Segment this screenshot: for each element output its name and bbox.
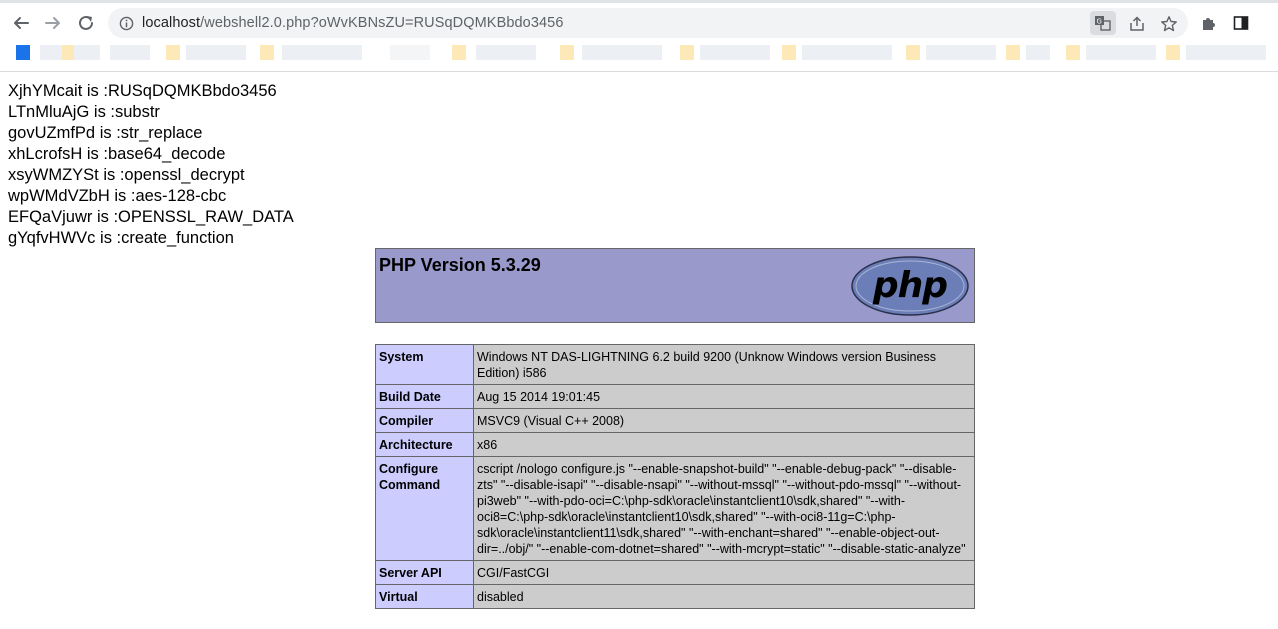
bookmarks-bar (0, 40, 1278, 72)
variable-list: XjhYMcait is :RUSqDQMKBbdo3456 LTnMluAjG … (8, 81, 294, 249)
forward-arrow-icon[interactable] (39, 9, 67, 37)
variable-value: openssl_decrypt (124, 166, 245, 184)
variable-separator: is : (82, 145, 108, 163)
address-bar[interactable]: localhost/webshell2.0.php?oWvKBNsZU=RUSq… (108, 8, 1188, 38)
variable-separator: is : (82, 82, 108, 100)
reload-icon[interactable] (72, 9, 100, 37)
url-path: /webshell2.0.php?oWvKBNsZU=RUSqDQMKBbdo3… (200, 15, 564, 31)
bookmark-favicon-icon[interactable] (16, 45, 30, 60)
variable-line: XjhYMcait is :RUSqDQMKBbdo3456 (8, 81, 294, 102)
bookmark-item[interactable] (926, 45, 996, 60)
phpinfo-row: Build Date Aug 15 2014 19:01:45 (375, 384, 975, 409)
back-arrow-icon[interactable] (7, 9, 35, 37)
phpinfo-row: Virtual disabled (375, 584, 975, 609)
phpinfo-row: Architecture x86 (375, 432, 975, 457)
phpinfo-header: PHP Version 5.3.29 php (375, 248, 975, 323)
variable-line: xhLcrofsH is :base64_decode (8, 144, 294, 165)
variable-line: wpWMdVZbH is :aes-128-cbc (8, 186, 294, 207)
phpinfo-row: Server API CGI/FastCGI (375, 560, 975, 585)
variable-name: gYqfvHWVc (8, 229, 96, 247)
bookmark-item[interactable] (700, 45, 770, 60)
bookmark-item[interactable] (802, 45, 892, 60)
phpinfo-key: Server API (375, 560, 474, 585)
bookmark-item[interactable] (110, 45, 150, 60)
url-host: localhost (142, 15, 201, 31)
phpinfo-row: Configure Command cscript /nologo configu… (375, 456, 975, 561)
php-logo-text: php (872, 265, 947, 306)
bookmark-item[interactable] (186, 45, 246, 60)
translate-icon[interactable]: G (1090, 11, 1116, 35)
bookmark-favicon-icon (1006, 45, 1020, 60)
variable-value: RUSqDQMKBbdo3456 (107, 82, 277, 100)
variable-value: substr (114, 103, 160, 121)
phpinfo-value: Windows NT DAS-LIGHTNING 6.2 build 9200 … (473, 344, 975, 385)
phpinfo-table: System Windows NT DAS-LIGHTNING 6.2 build… (375, 344, 975, 609)
variable-name: XjhYMcait (8, 82, 83, 100)
variable-value: create_function (121, 229, 234, 247)
phpinfo-row: System Windows NT DAS-LIGHTNING 6.2 build… (375, 344, 975, 385)
variable-line: xsyWMZYSt is :openssl_decrypt (8, 165, 294, 186)
phpinfo-value: x86 (473, 432, 975, 457)
variable-separator: is : (89, 103, 115, 121)
bookmark-favicon-icon (1066, 45, 1080, 60)
variable-name: EFQaVjuwr (8, 208, 93, 226)
bookmark-item[interactable] (1026, 45, 1050, 60)
bookmark-item[interactable] (476, 45, 536, 60)
variable-separator: is : (95, 124, 121, 142)
bookmark-favicon-icon (906, 45, 920, 60)
bookmark-favicon-icon (782, 45, 796, 60)
variable-value: base64_decode (107, 145, 226, 163)
bookmark-item[interactable] (1186, 45, 1266, 60)
bookmark-star-icon[interactable] (1158, 13, 1180, 35)
bookmark-favicon-icon (166, 45, 180, 60)
extensions-puzzle-icon[interactable] (1197, 11, 1221, 35)
bookmark-item[interactable] (582, 45, 662, 60)
bookmark-item[interactable] (390, 45, 430, 60)
variable-separator: is : (98, 166, 125, 184)
variable-name: xsyWMZYSt (8, 166, 99, 184)
bookmark-favicon-icon (260, 45, 274, 60)
php-version-title: PHP Version 5.3.29 (379, 255, 541, 275)
bookmark-item[interactable] (1086, 45, 1156, 60)
phpinfo-key: Build Date (375, 384, 474, 409)
variable-name: wpWMdVZbH (8, 187, 110, 205)
variable-line: govUZmfPd is :str_replace (8, 123, 294, 144)
bookmark-item[interactable] (282, 45, 362, 60)
bookmark-favicon-icon (452, 45, 466, 60)
phpinfo-key: System (375, 344, 474, 385)
variable-separator: is : (92, 208, 119, 226)
variable-name: LTnMluAjG (8, 103, 90, 121)
side-panel-icon[interactable] (1229, 11, 1253, 35)
variable-line: LTnMluAjG is :substr (8, 102, 294, 123)
variable-separator: is : (95, 229, 122, 247)
phpinfo-value: MSVC9 (Visual C++ 2008) (473, 408, 975, 433)
variable-line: gYqfvHWVc is :create_function (8, 228, 294, 249)
phpinfo-key: Architecture (375, 432, 474, 457)
phpinfo-value: CGI/FastCGI (473, 560, 975, 585)
phpinfo-row: Compiler MSVC9 (Visual C++ 2008) (375, 408, 975, 433)
phpinfo-key: Virtual (375, 584, 474, 609)
site-info-icon[interactable] (118, 15, 134, 31)
bookmark-favicon-icon (62, 45, 74, 60)
bookmark-favicon-icon (1166, 45, 1180, 60)
phpinfo-value: Aug 15 2014 19:01:45 (473, 384, 975, 409)
browser-toolbar: localhost/webshell2.0.php?oWvKBNsZU=RUSq… (0, 0, 1278, 40)
bookmark-favicon-icon (680, 45, 694, 60)
variable-line: EFQaVjuwr is :OPENSSL_RAW_DATA (8, 207, 294, 228)
phpinfo-key: Configure Command (375, 456, 474, 561)
share-icon[interactable] (1126, 13, 1148, 35)
url-text[interactable]: localhost/webshell2.0.php?oWvKBNsZU=RUSq… (142, 15, 564, 31)
phpinfo-value: cscript /nologo configure.js "--enable-s… (473, 456, 975, 561)
variable-value: str_replace (120, 124, 203, 142)
svg-text:G: G (1097, 18, 1102, 26)
phpinfo-value: disabled (473, 584, 975, 609)
phpinfo-key: Compiler (375, 408, 474, 433)
bookmark-favicon-icon (560, 45, 574, 60)
variable-separator: is : (109, 187, 136, 205)
php-logo-icon: php (851, 256, 969, 316)
variable-name: xhLcrofsH (8, 145, 83, 163)
variable-name: govUZmfPd (8, 124, 96, 142)
variable-value: aes-128-cbc (135, 187, 227, 205)
variable-value: OPENSSL_RAW_DATA (118, 208, 294, 226)
